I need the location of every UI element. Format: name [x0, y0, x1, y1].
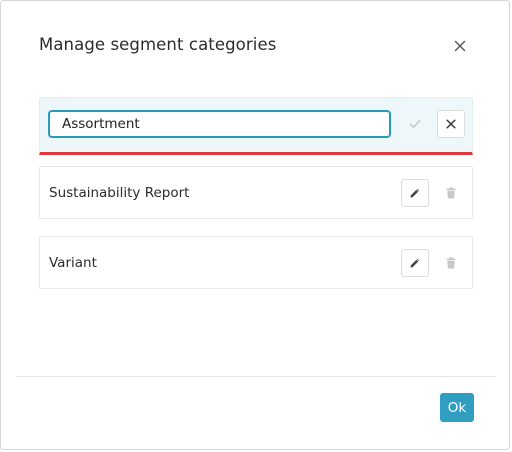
- footer-divider: [17, 376, 496, 377]
- confirm-edit-button[interactable]: [401, 110, 429, 138]
- edit-category-button[interactable]: [401, 179, 429, 207]
- cancel-edit-button[interactable]: [437, 110, 465, 138]
- category-row: Variant: [39, 236, 473, 289]
- edit-category-button[interactable]: [401, 249, 429, 277]
- delete-category-button[interactable]: [437, 249, 465, 277]
- pencil-icon: [410, 258, 420, 268]
- check-icon: [409, 120, 421, 128]
- dialog-close-button[interactable]: [450, 36, 470, 56]
- trash-icon: [446, 257, 456, 269]
- manage-categories-dialog: Manage segment categories Sustainability…: [0, 0, 510, 450]
- category-row-editing: [39, 97, 473, 155]
- category-label: Variant: [49, 255, 97, 271]
- close-icon: [446, 119, 456, 129]
- category-label: Sustainability Report: [49, 185, 190, 201]
- close-icon: [454, 40, 466, 52]
- category-name-input[interactable]: [48, 110, 391, 138]
- category-row: Sustainability Report: [39, 166, 473, 219]
- trash-icon: [446, 187, 456, 199]
- delete-category-button[interactable]: [437, 179, 465, 207]
- dialog-title: Manage segment categories: [39, 35, 277, 54]
- pencil-icon: [410, 188, 420, 198]
- ok-button[interactable]: Ok: [440, 393, 474, 422]
